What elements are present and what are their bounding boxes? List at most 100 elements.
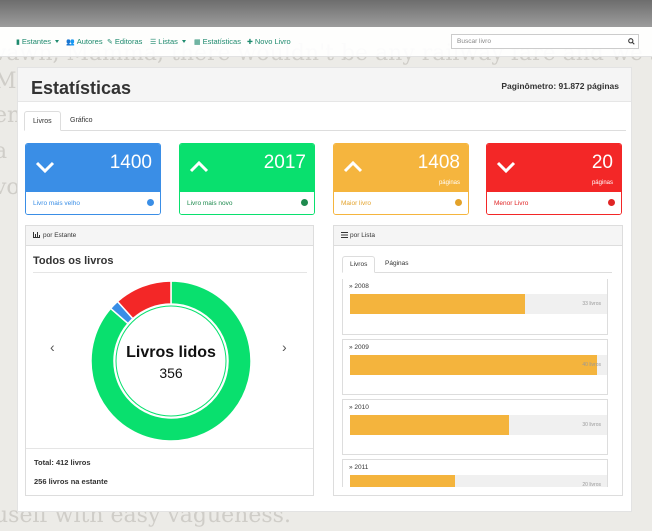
year-label: » 2009 <box>349 344 369 351</box>
year-text: 2010 <box>354 404 369 411</box>
arrow-circle-right-icon <box>147 199 154 206</box>
divider <box>33 272 307 273</box>
donut-center <box>115 305 227 417</box>
stat-unit: páginas <box>591 180 613 186</box>
search-input[interactable]: Buscar livro <box>451 34 626 49</box>
chevron-down-icon <box>496 161 516 174</box>
divider <box>26 448 313 449</box>
nav-item-label: Estantes <box>21 37 52 46</box>
stat-card-2: 2017 Livro mais novo <box>179 143 315 215</box>
year-item-2011[interactable]: » 2011 20 livros <box>342 459 608 487</box>
panel-heading-estante: por Estante <box>26 226 313 246</box>
year-item-2009[interactable]: » 2009 40 livros <box>342 339 608 395</box>
stat-label: Menor Livro <box>494 200 529 207</box>
edit-icon: ✎ <box>107 38 113 46</box>
stat-label: Livro mais novo <box>187 200 233 207</box>
stat-card-3: 1408 páginas Maior livro <box>333 143 469 215</box>
stat-card-top: 1400 <box>26 144 160 192</box>
progress-track: 20 livros <box>350 475 607 487</box>
plus-icon: ✚ <box>247 38 253 46</box>
book-icon: ▮ <box>16 38 20 46</box>
search-icon <box>628 38 635 45</box>
stat-value: 2017 <box>263 152 306 173</box>
stat-card-link[interactable]: Livro mais velho <box>26 192 160 214</box>
nav-item-label: Listas <box>158 37 178 46</box>
stat-label: Maior livro <box>341 200 371 207</box>
stat-card-top: 20 páginas <box>487 144 621 192</box>
stat-card-link[interactable]: Menor Livro <box>487 192 621 214</box>
year-text: 2011 <box>354 464 369 471</box>
paginometro-text: Paginômetro: 91.872 páginas <box>501 81 619 91</box>
tab-grafico[interactable]: Gráfico <box>62 111 101 131</box>
nav-item-label: Autores <box>76 37 103 46</box>
search-button[interactable] <box>625 34 639 49</box>
tab-lista-paginas[interactable]: Páginas <box>378 256 416 273</box>
stat-value: 1408 <box>417 152 460 173</box>
list-icon: ☰ <box>150 38 157 46</box>
stat-card-link[interactable]: Maior livro <box>334 192 468 214</box>
year-item-2008[interactable]: » 2008 33 livros <box>342 279 608 335</box>
nav-item-novo-livro[interactable]: ✚ Novo Livro <box>247 37 291 46</box>
panel-por-estante: por Estante Todos os livros ‹ › Livros l… <box>25 225 314 496</box>
donut-center-value: 356 <box>159 365 183 381</box>
grid-icon: ▦ <box>194 38 201 46</box>
progress-track: 30 livros <box>350 415 607 435</box>
arrow-circle-right-icon <box>455 199 462 206</box>
stat-unit: páginas <box>438 180 460 186</box>
stat-card-link[interactable]: Livro mais novo <box>180 192 314 214</box>
stat-label: Livro mais velho <box>33 200 80 207</box>
nav-item-autores[interactable]: 👥 Autores <box>66 37 103 46</box>
year-label: » 2008 <box>349 283 369 290</box>
nav-item-listas[interactable]: ☰ Listas <box>150 37 186 46</box>
livros-na-estante-text: 256 livros na estante <box>34 477 108 486</box>
donut-chart: Livros lidos 356 <box>90 280 252 442</box>
stat-card-4: 20 páginas Menor Livro <box>486 143 622 215</box>
progress-count: 40 livros <box>582 362 601 368</box>
panel-heading-lista: por Lista <box>334 226 622 246</box>
carousel-next-icon[interactable]: › <box>282 339 287 355</box>
nav-item-editoras[interactable]: ✎ Editoras <box>107 37 142 46</box>
year-text: 2009 <box>354 344 369 351</box>
panel-heading-lista-label: por Lista <box>350 232 375 239</box>
progress-count: 30 livros <box>582 422 601 428</box>
stat-card-top: 1408 páginas <box>334 144 468 192</box>
list-icon <box>341 232 348 238</box>
progress-fill <box>350 294 525 314</box>
carousel-prev-icon[interactable]: ‹ <box>50 339 55 355</box>
nav-item-label: Estatísticas <box>202 37 241 46</box>
progress-fill <box>350 475 456 487</box>
caret-down-icon <box>55 40 60 43</box>
tab-livros[interactable]: Livros <box>24 111 61 131</box>
main-panel: Estatísticas Paginômetro: 91.872 páginas… <box>17 67 632 512</box>
todos-os-livros-title: Todos os livros <box>33 255 114 267</box>
page-title: Estatísticas <box>31 78 132 98</box>
background-header-photo <box>0 0 652 27</box>
panel-heading-estante-label: por Estante <box>43 232 77 239</box>
nav-item-label: Editoras <box>114 37 143 46</box>
chevron-up-icon <box>189 160 209 173</box>
bar-chart-icon <box>33 232 40 238</box>
stat-card-top: 2017 <box>180 144 314 192</box>
year-label: » 2011 <box>349 464 368 471</box>
year-item-2010[interactable]: » 2010 30 livros <box>342 399 608 455</box>
year-text: 2008 <box>354 283 369 290</box>
arrow-circle-right-icon <box>301 199 308 206</box>
progress-track: 33 livros <box>350 294 607 314</box>
panel-por-lista: por Lista Livros Páginas » 2008 33 livros… <box>333 225 623 496</box>
year-label: » 2010 <box>349 404 369 411</box>
caret-down-icon <box>181 40 186 43</box>
stat-card-1: 1400 Livro mais velho <box>25 143 161 215</box>
progress-count: 20 livros <box>582 482 601 487</box>
stat-value: 1400 <box>109 152 152 173</box>
progress-track: 40 livros <box>350 355 607 375</box>
lista-scroll-area[interactable]: » 2008 33 livros » 2009 40 livros » 2010 30 l… <box>342 279 613 487</box>
title-bar: Estatísticas Paginômetro: 91.872 páginas <box>18 68 631 102</box>
chevron-down-icon <box>35 161 55 174</box>
nav-item-estantes[interactable]: ▮ Estantes <box>16 37 60 46</box>
progress-fill <box>350 355 597 375</box>
lista-tabs: Livros Páginas <box>342 256 612 273</box>
progress-fill <box>350 415 510 435</box>
nav-item-estatísticas[interactable]: ▦ Estatísticas <box>194 37 241 46</box>
tab-lista-livros[interactable]: Livros <box>342 256 376 273</box>
nav-item-label: Novo Livro <box>254 37 291 46</box>
